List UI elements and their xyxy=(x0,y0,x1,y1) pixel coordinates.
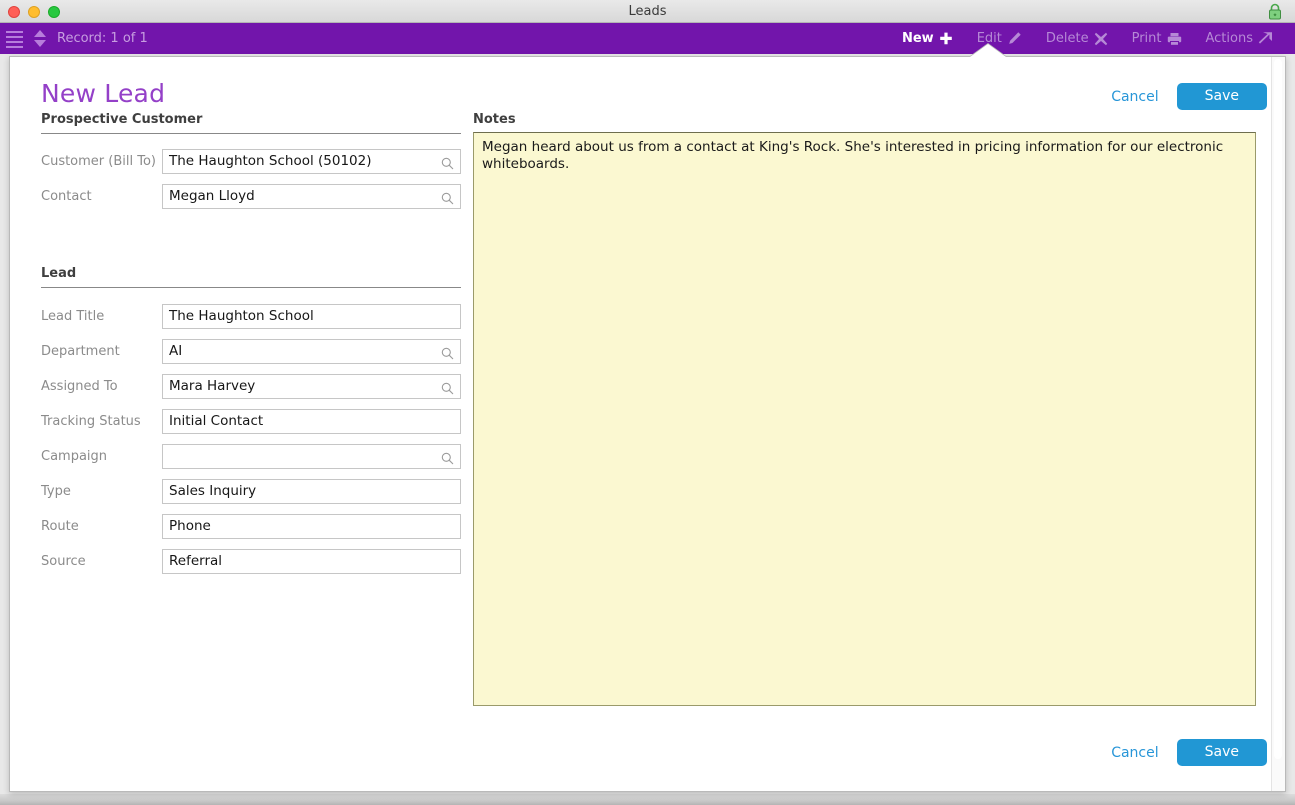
field-label-source: Source xyxy=(41,554,86,569)
field-input-campaign[interactable] xyxy=(162,444,461,469)
field-value-contact: Megan Lloyd xyxy=(169,188,255,204)
notes-section-heading: Notes xyxy=(473,112,516,127)
notes-text-value: Megan heard about us from a contact at K… xyxy=(482,139,1228,172)
field-value-route: Phone xyxy=(169,518,211,534)
right-column: Notes Megan heard about us from a contac… xyxy=(473,112,1258,706)
field-row-department: Department AI xyxy=(41,334,461,369)
hamburger-menu-icon[interactable] xyxy=(6,31,23,48)
record-counter-label: Record: 1 of 1 xyxy=(57,31,148,46)
field-value-customer-bill-to: The Haughton School (50102) xyxy=(169,153,372,169)
search-icon[interactable] xyxy=(441,450,454,465)
toolbar-print-label: Print xyxy=(1131,31,1162,46)
field-row-assigned-to: Assigned To Mara Harvey xyxy=(41,369,461,404)
search-icon[interactable] xyxy=(441,380,454,395)
toolbar-actions-label: Actions xyxy=(1205,31,1254,46)
dialog-scrollbar-thumb[interactable] xyxy=(1274,59,1282,759)
toolbar-print-button[interactable]: Print xyxy=(1120,23,1194,54)
field-label-customer-bill-to: Customer (Bill To) xyxy=(41,154,156,169)
search-icon[interactable] xyxy=(441,345,454,360)
search-icon[interactable] xyxy=(441,155,454,170)
field-row-contact: Contact Megan Lloyd xyxy=(41,179,461,214)
cancel-button-bottom[interactable]: Cancel xyxy=(1111,745,1158,761)
toolbar-new-label: New xyxy=(901,31,934,46)
dialog-actions-bottom: Cancel Save xyxy=(1111,739,1267,766)
arrow-out-icon xyxy=(1258,31,1273,46)
field-row-source: Source Referral xyxy=(41,544,461,579)
field-label-department: Department xyxy=(41,344,120,359)
lead-fields: Lead Title The Haughton School Departmen… xyxy=(41,299,461,579)
window-bottom-strip xyxy=(0,794,1295,805)
field-label-lead-title: Lead Title xyxy=(41,309,105,324)
window-titlebar: Leads xyxy=(0,0,1295,23)
field-value-source: Referral xyxy=(169,553,223,569)
field-input-tracking-status[interactable]: Initial Contact xyxy=(162,409,461,434)
field-input-lead-title[interactable]: The Haughton School xyxy=(162,304,461,329)
app-toolbar: Record: 1 of 1 New Edit Delete Print Act… xyxy=(0,23,1295,54)
left-column: Prospective Customer Customer (Bill To) … xyxy=(41,112,461,579)
save-button-bottom[interactable]: Save xyxy=(1176,739,1267,766)
field-value-tracking-status: Initial Contact xyxy=(169,413,264,429)
dialog-scrollbar[interactable] xyxy=(1271,57,1285,791)
field-row-campaign: Campaign xyxy=(41,439,461,474)
notes-textarea[interactable]: Megan heard about us from a contact at K… xyxy=(473,132,1256,706)
field-value-assigned-to: Mara Harvey xyxy=(169,378,256,394)
popover-notch xyxy=(970,44,1006,57)
field-input-type[interactable]: Sales Inquiry xyxy=(162,479,461,504)
field-value-department: AI xyxy=(169,343,183,359)
field-row-tracking-status: Tracking Status Initial Contact xyxy=(41,404,461,439)
field-label-assigned-to: Assigned To xyxy=(41,379,118,394)
field-label-campaign: Campaign xyxy=(41,449,108,464)
field-label-route: Route xyxy=(41,519,79,534)
printer-icon xyxy=(1167,32,1182,46)
field-input-department[interactable]: AI xyxy=(162,339,461,364)
pencil-icon xyxy=(1007,31,1022,46)
window-title: Leads xyxy=(628,4,667,19)
field-row-route: Route Phone xyxy=(41,509,461,544)
search-icon[interactable] xyxy=(441,190,454,205)
field-row-lead-title: Lead Title The Haughton School xyxy=(41,299,461,334)
lock-icon xyxy=(1267,3,1283,20)
field-value-lead-title: The Haughton School xyxy=(169,308,314,324)
save-button-top[interactable]: Save xyxy=(1176,83,1267,110)
prospective-customer-fields: Customer (Bill To) The Haughton School (… xyxy=(41,144,461,214)
toolbar-action-group: New Edit Delete Print Actions xyxy=(890,23,1285,54)
plus-icon xyxy=(939,32,953,46)
field-label-type: Type xyxy=(41,484,71,499)
record-navigation-icon[interactable] xyxy=(31,29,49,48)
field-input-route[interactable]: Phone xyxy=(162,514,461,539)
page-title: New Lead xyxy=(41,79,166,108)
field-input-customer-bill-to[interactable]: The Haughton School (50102) xyxy=(162,149,461,174)
field-row-customer-bill-to: Customer (Bill To) The Haughton School (… xyxy=(41,144,461,179)
toolbar-delete-label: Delete xyxy=(1045,31,1089,46)
field-input-contact[interactable]: Megan Lloyd xyxy=(162,184,461,209)
toolbar-new-button[interactable]: New xyxy=(890,23,965,54)
field-row-type: Type Sales Inquiry xyxy=(41,474,461,509)
prospective-customer-section-heading: Prospective Customer xyxy=(41,112,461,134)
field-label-tracking-status: Tracking Status xyxy=(41,414,141,429)
field-input-source[interactable]: Referral xyxy=(162,549,461,574)
field-input-assigned-to[interactable]: Mara Harvey xyxy=(162,374,461,399)
toolbar-delete-button[interactable]: Delete xyxy=(1034,23,1120,54)
new-lead-dialog: New Lead Cancel Save Prospective Custome… xyxy=(9,56,1286,792)
toolbar-actions-button[interactable]: Actions xyxy=(1194,23,1286,54)
dialog-actions-top: Cancel Save xyxy=(1111,83,1267,110)
field-value-type: Sales Inquiry xyxy=(169,483,257,499)
cancel-button-top[interactable]: Cancel xyxy=(1111,89,1158,105)
field-label-contact: Contact xyxy=(41,189,92,204)
lead-section-heading: Lead xyxy=(41,266,461,288)
x-cross-icon xyxy=(1094,32,1108,46)
